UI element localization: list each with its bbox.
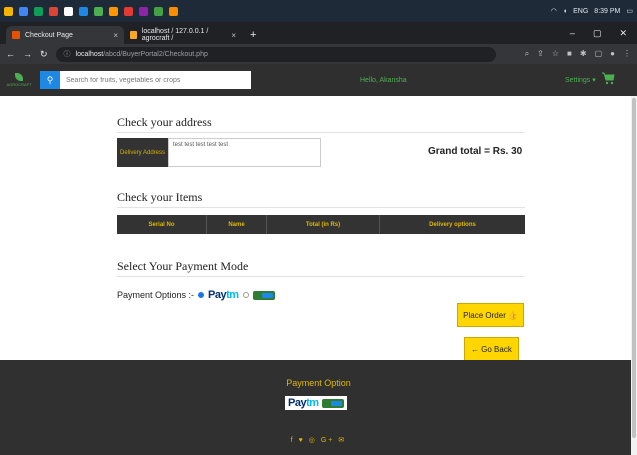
column-header-delivery: Delivery options <box>429 221 476 228</box>
address-bar[interactable]: ⓘ localhost/abcd/BuyerPortal2/Checkout.p… <box>55 46 496 62</box>
share-icon[interactable]: ⇪ <box>537 49 544 59</box>
menu-icon[interactable]: ⋮ <box>623 49 631 59</box>
bhim-upi-logo <box>252 290 275 300</box>
divider <box>117 132 525 133</box>
taskbar-app-icon[interactable] <box>169 6 178 16</box>
tab-title: Checkout Page <box>25 31 73 39</box>
footer-title: Payment Option <box>286 378 351 388</box>
url-path: /abcd/BuyerPortal2/Checkout.php <box>103 50 208 58</box>
taskbar-app-icon[interactable] <box>49 6 58 16</box>
paytm-logo: Paytm <box>288 397 319 409</box>
language-indicator[interactable]: ENG <box>573 8 588 15</box>
social-links[interactable]: f ♥ ◎ G+ ✉ <box>0 436 637 444</box>
items-table-header: Serial No Name Total (in Rs) Delivery op… <box>117 215 525 234</box>
notification-icon[interactable]: ▭ <box>626 7 633 15</box>
go-back-label: Go Back <box>481 344 512 354</box>
volume-icon[interactable]: ◖ <box>563 8 567 15</box>
taskbar-app-icon[interactable] <box>4 6 13 16</box>
scrollbar-thumb[interactable] <box>632 98 636 438</box>
settings-dropdown[interactable]: Settings ▾ <box>565 76 596 84</box>
favicon-icon <box>130 31 137 39</box>
favicon-icon <box>12 31 20 39</box>
delivery-address-label: Delivery Address <box>117 138 168 167</box>
back-icon[interactable]: ← <box>6 49 15 59</box>
bhim-radio[interactable] <box>242 292 249 298</box>
extension-icon[interactable]: ■ <box>567 49 572 59</box>
tab-phpmyadmin[interactable]: localhost / 127.0.0.1 / agrocraft / × <box>124 26 242 44</box>
site-footer: Payment Option Paytm f ♥ ◎ G+ ✉ <box>0 360 637 455</box>
thumbs-up-icon: 👍 <box>507 310 518 320</box>
search-icon[interactable]: ⚲ <box>40 71 60 89</box>
items-title: Check your Items <box>117 190 203 204</box>
divider <box>117 207 525 208</box>
taskbar-icons <box>4 6 178 16</box>
taskbar-app-icon[interactable] <box>139 6 148 16</box>
site-header: AGROCRAFT ⚲ Hello, Akansha Settings ▾ <box>0 64 637 96</box>
payment-options: Payment Options :- Paytm <box>117 289 275 301</box>
close-tab-icon[interactable]: × <box>113 31 118 40</box>
url-host: localhost <box>75 50 104 58</box>
wifi-icon[interactable]: ◠ <box>551 7 557 15</box>
site-logo[interactable]: AGROCRAFT <box>6 73 32 87</box>
address-title: Check your address <box>117 115 212 129</box>
tab-checkout[interactable]: Checkout Page × <box>6 26 124 44</box>
close-tab-icon[interactable]: × <box>231 31 236 40</box>
browser-extensions: ⌕ ⇪ ☆ ■ ✱ ▢ ● ⋮ <box>525 49 631 59</box>
system-tray: ◠ ◖ ENG 8:39 PM ▭ <box>551 7 633 16</box>
reload-icon[interactable]: ↻ <box>40 49 48 60</box>
bookmark-icon[interactable]: ☆ <box>552 49 559 59</box>
checkout-main: Check your address Delivery Address test… <box>0 96 637 361</box>
payment-options-label: Payment Options :- <box>117 290 195 300</box>
paytm-radio[interactable] <box>198 292 205 298</box>
leaf-icon <box>15 73 23 81</box>
maximize-icon[interactable]: ▢ <box>593 28 602 39</box>
place-order-button[interactable]: Place Order 👍 <box>457 303 524 327</box>
footer-payment-logos: Paytm <box>285 396 347 410</box>
tab-title: localhost / 127.0.0.1 / agrocraft / <box>141 28 209 42</box>
taskbar-app-icon[interactable] <box>154 6 163 16</box>
window-controls: – ▢ ✕ <box>570 28 637 44</box>
grand-total: Grand total = Rs. 30 <box>428 146 523 157</box>
paytm-logo: Paytm <box>208 289 239 301</box>
divider <box>117 276 525 277</box>
windows-taskbar: ◠ ◖ ENG 8:39 PM ▭ <box>0 0 637 22</box>
user-greeting: Hello, Akansha <box>360 76 407 84</box>
column-header-total: Total (in Rs) <box>267 215 380 234</box>
column-header-name: Name <box>207 215 267 234</box>
taskbar-app-icon[interactable] <box>109 6 118 16</box>
search-bar: ⚲ <box>40 71 251 89</box>
browser-tab-bar: Checkout Page × localhost / 127.0.0.1 / … <box>0 22 637 44</box>
new-tab-button[interactable]: + <box>242 29 264 44</box>
taskbar-app-icon[interactable] <box>79 6 88 16</box>
minimize-icon[interactable]: – <box>570 28 575 39</box>
logo-text: AGROCRAFT <box>6 82 32 87</box>
cart-icon[interactable] <box>601 71 615 85</box>
taskbar-app-icon[interactable] <box>124 6 133 16</box>
payment-title: Select Your Payment Mode <box>117 259 249 273</box>
browser-toolbar: ← → ↻ ⓘ localhost/abcd/BuyerPortal2/Chec… <box>0 44 637 64</box>
info-icon[interactable]: ⓘ <box>64 49 71 59</box>
taskbar-app-icon[interactable] <box>34 6 43 16</box>
puzzle-icon[interactable]: ✱ <box>580 49 587 59</box>
place-order-label: Place Order <box>463 310 506 320</box>
column-header-serial: Serial No <box>117 215 207 234</box>
delivery-address-input[interactable]: test test test test test <box>168 138 321 167</box>
search-input[interactable] <box>60 76 245 84</box>
taskbar-app-icon[interactable] <box>64 6 73 16</box>
sidebar-icon[interactable]: ▢ <box>595 49 603 59</box>
bhim-upi-logo <box>321 398 344 408</box>
forward-icon[interactable]: → <box>23 49 32 59</box>
clock[interactable]: 8:39 PM <box>594 8 620 15</box>
taskbar-app-icon[interactable] <box>94 6 103 16</box>
profile-icon[interactable]: ● <box>610 49 615 59</box>
taskbar-app-icon[interactable] <box>19 6 28 16</box>
zoom-icon[interactable]: ⌕ <box>525 49 529 59</box>
arrow-left-icon: ← <box>471 344 480 354</box>
close-window-icon[interactable]: ✕ <box>619 28 627 39</box>
go-back-button[interactable]: ← Go Back <box>464 337 519 361</box>
